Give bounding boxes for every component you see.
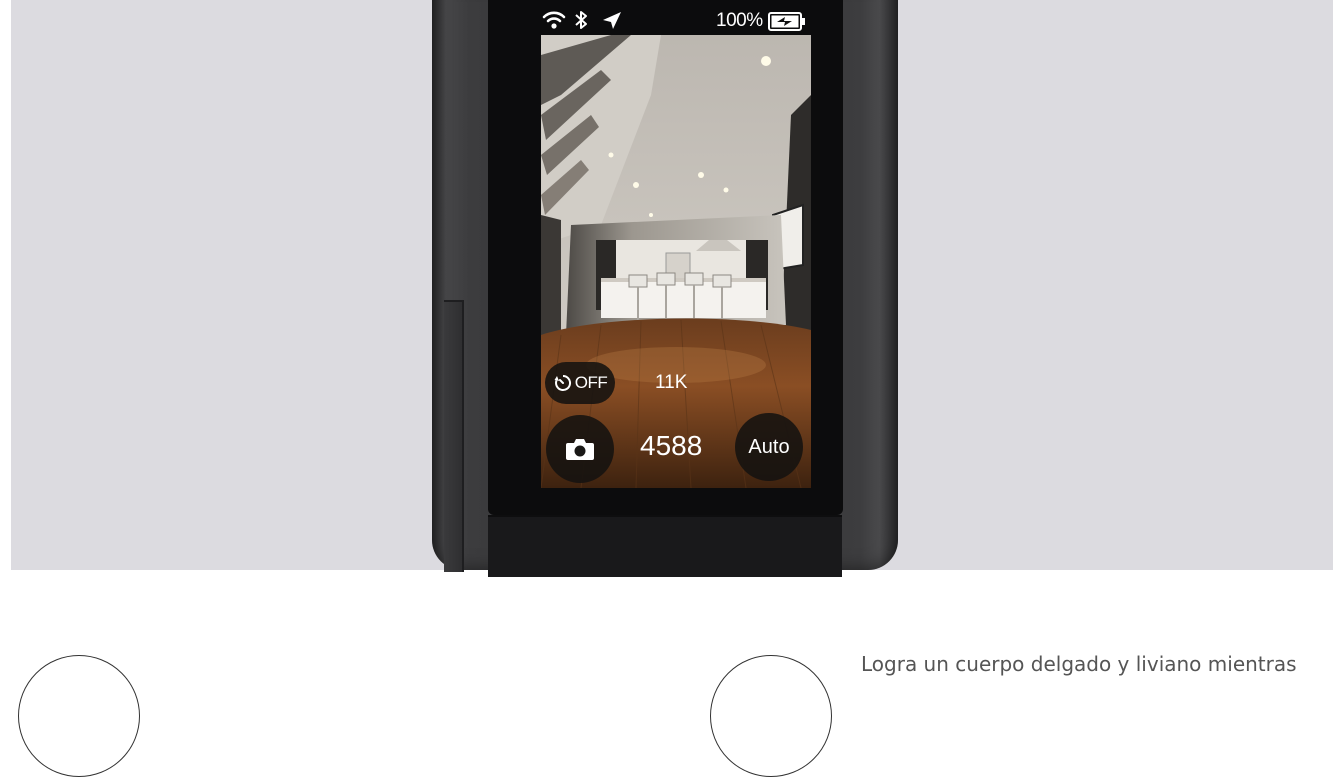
timer-icon xyxy=(554,374,571,391)
mode-button[interactable]: Auto xyxy=(735,413,803,481)
wifi-icon xyxy=(542,11,566,29)
shutter-button[interactable] xyxy=(546,415,614,483)
bluetooth-icon xyxy=(575,11,587,29)
feature-icon-circle xyxy=(710,655,832,777)
feature-icon-circle xyxy=(18,655,140,777)
resolution-label: 11K xyxy=(655,372,688,393)
camera-side-seam xyxy=(444,300,464,572)
feature-description: Logra un cuerpo delgado y liviano mientr… xyxy=(861,652,1297,676)
battery-percent: 100% xyxy=(716,10,763,31)
battery-charging-icon xyxy=(768,12,805,31)
shots-remaining: 4588 xyxy=(640,430,703,461)
timer-button[interactable]: OFF xyxy=(545,362,615,404)
camera-lower-panel xyxy=(488,515,842,577)
timer-label: OFF xyxy=(574,373,608,392)
location-arrow-icon xyxy=(603,12,621,29)
camera-icon xyxy=(566,439,594,460)
status-bar: 100% xyxy=(540,6,812,34)
